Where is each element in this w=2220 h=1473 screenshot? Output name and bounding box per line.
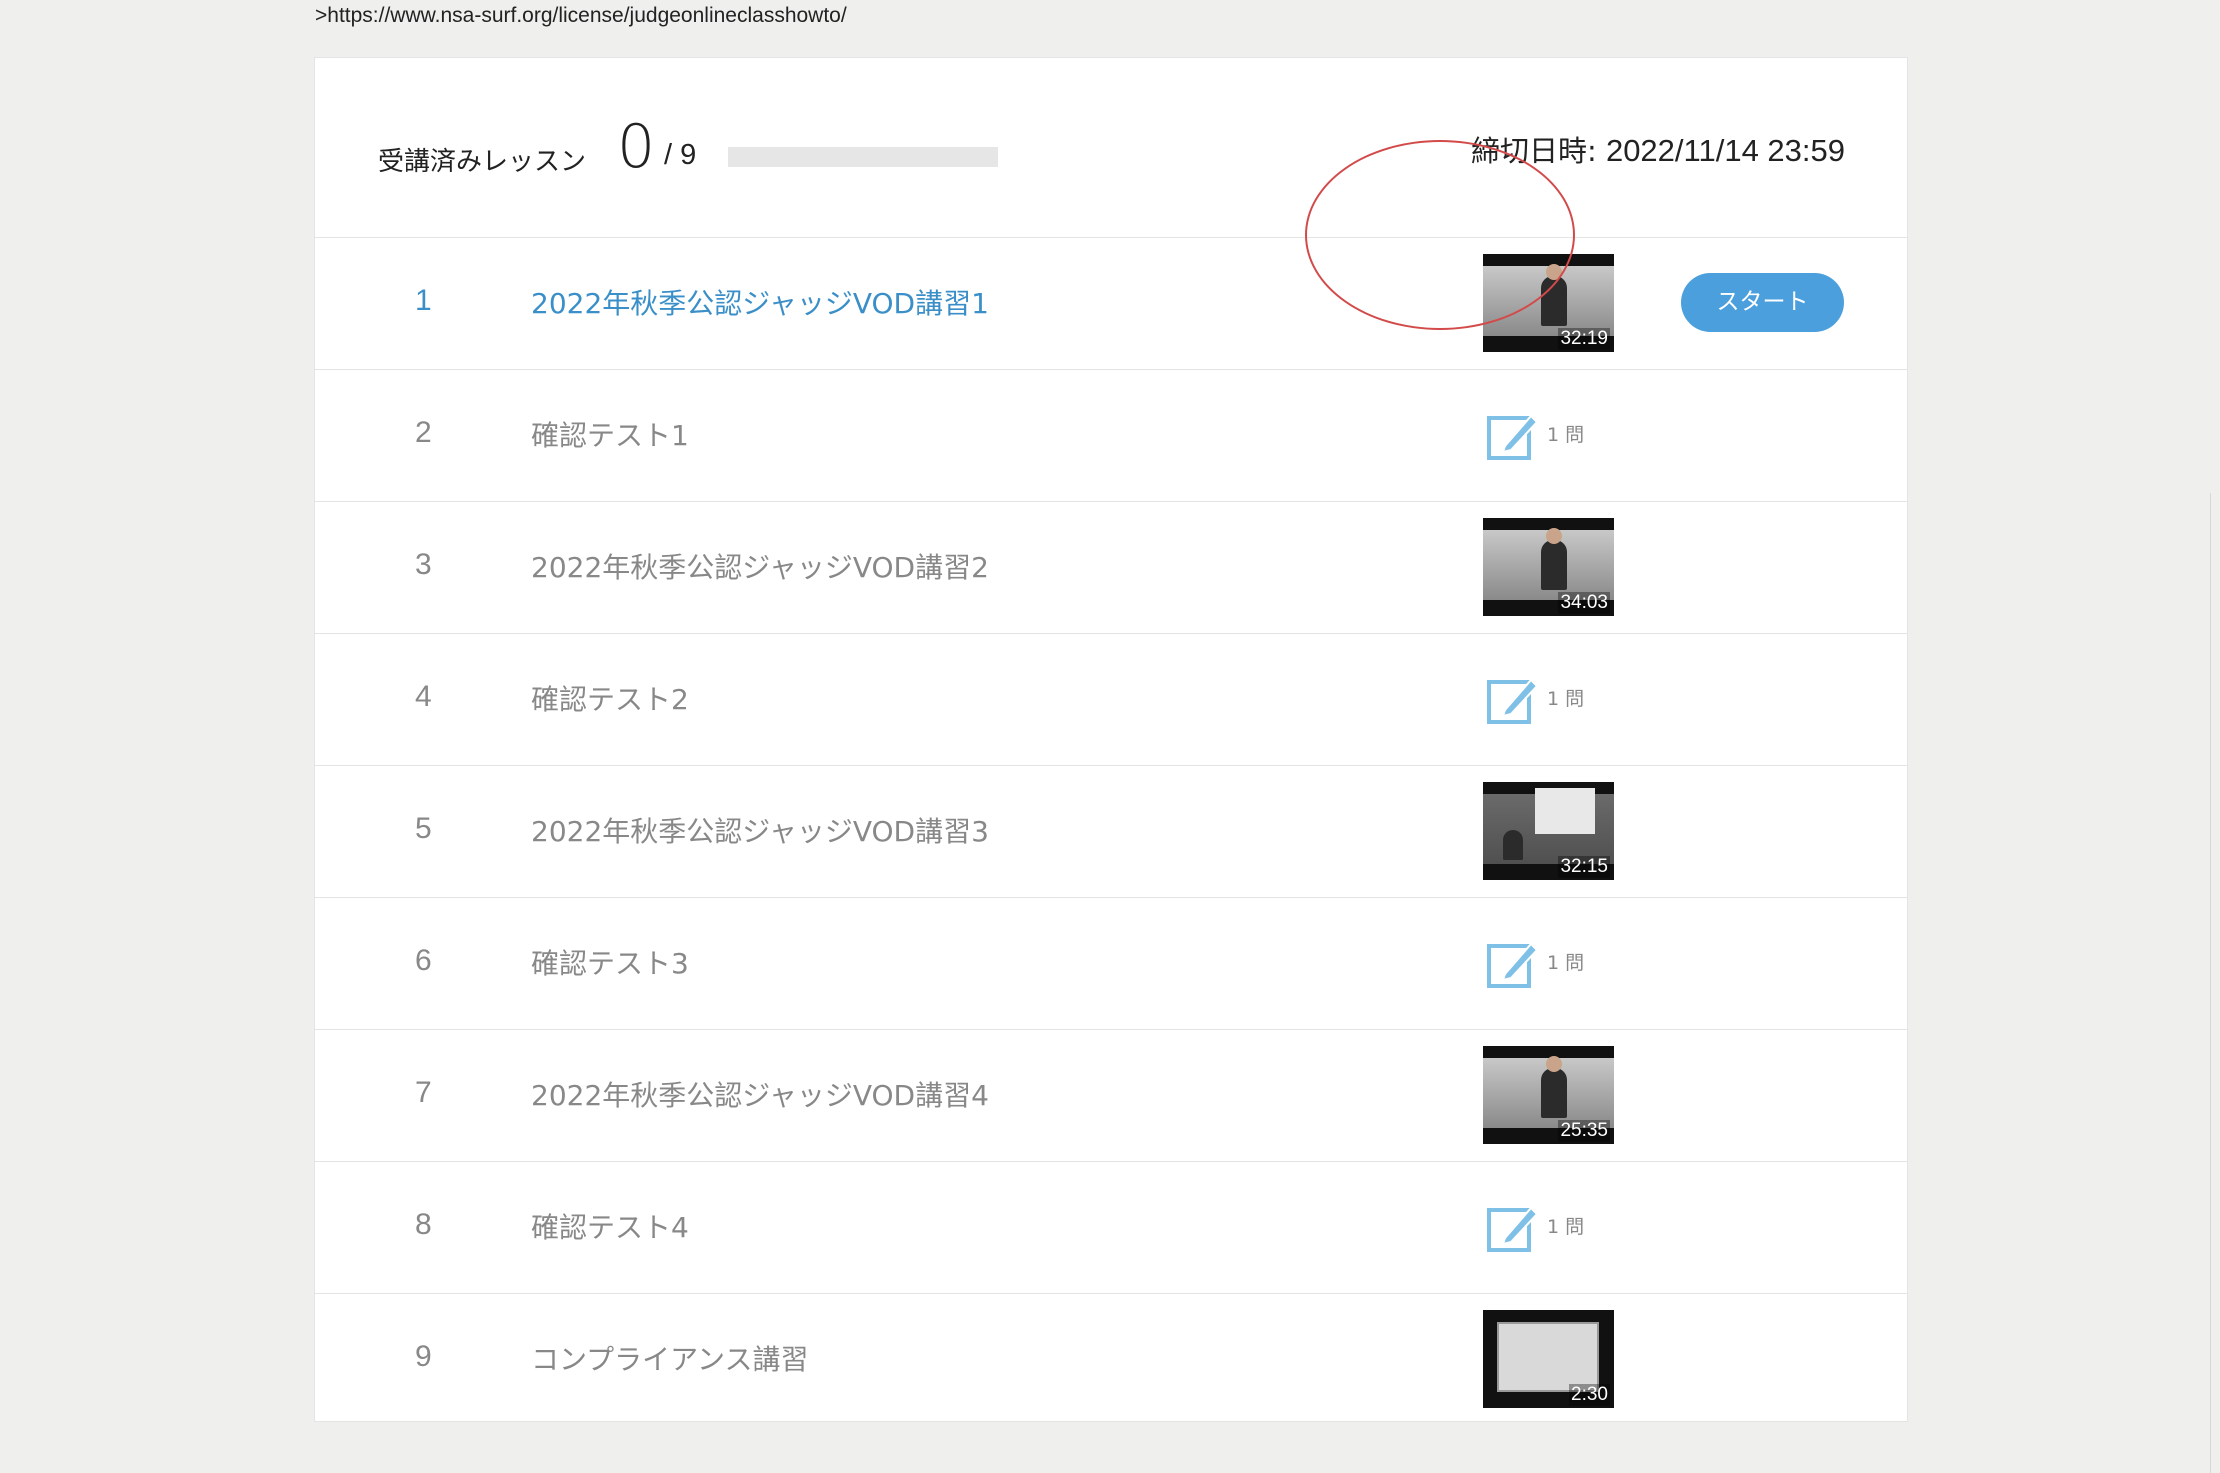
lesson-number: 5 <box>415 812 432 845</box>
question-count: 1 問 <box>1547 952 1585 974</box>
quiz-edit-icon <box>1485 1200 1541 1256</box>
lesson-row[interactable]: 1 2022年秋季公認ジャッジVOD講習1 32:19 スタート <box>315 238 1907 370</box>
quiz-edit-icon <box>1485 936 1541 992</box>
lesson-number: 7 <box>415 1076 432 1109</box>
question-count: 1 問 <box>1547 424 1585 446</box>
video-duration: 34:03 <box>1558 592 1610 614</box>
lesson-panel: 受講済みレッスン 0 / 9 締切日時: 2022/11/14 23:59 1 2… <box>314 57 1908 1422</box>
lesson-title[interactable]: 2022年秋季公認ジャッジVOD講習1 <box>531 282 989 322</box>
lesson-number: 2 <box>415 416 432 449</box>
lesson-title[interactable]: 確認テスト4 <box>531 1206 689 1246</box>
lesson-title[interactable]: 2022年秋季公認ジャッジVOD講習2 <box>531 546 989 586</box>
video-duration: 32:15 <box>1558 856 1610 878</box>
lesson-title[interactable]: コンプライアンス講習 <box>531 1338 808 1378</box>
lesson-row[interactable]: 8 確認テスト4 1 問 <box>315 1162 1907 1294</box>
progress-bar <box>728 147 998 167</box>
video-duration: 32:19 <box>1558 328 1610 350</box>
lesson-title[interactable]: 確認テスト3 <box>531 942 689 982</box>
start-highlight-circle <box>1305 140 1575 330</box>
lesson-title[interactable]: 確認テスト1 <box>531 414 689 454</box>
question-count: 1 問 <box>1547 1216 1585 1238</box>
lesson-title[interactable]: 2022年秋季公認ジャッジVOD講習3 <box>531 810 989 850</box>
progress-total-count: / 9 <box>664 139 697 171</box>
progress-label: 受講済みレッスン <box>378 147 587 177</box>
lesson-row[interactable]: 6 確認テスト3 1 問 <box>315 898 1907 1030</box>
lesson-title[interactable]: 確認テスト2 <box>531 678 689 718</box>
lesson-number: 8 <box>415 1208 432 1241</box>
quiz-edit-icon <box>1485 672 1541 728</box>
deadline-value: 2022/11/14 23:59 <box>1605 133 1845 168</box>
lesson-number: 3 <box>415 548 432 581</box>
video-thumbnail[interactable]: 2:30 <box>1483 1310 1614 1408</box>
lesson-number: 6 <box>415 944 432 977</box>
quiz-edit-icon <box>1485 408 1541 464</box>
start-button[interactable]: スタート <box>1681 273 1844 332</box>
scrollbar[interactable] <box>2210 493 2220 1473</box>
lesson-row[interactable]: 7 2022年秋季公認ジャッジVOD講習4 25:35 <box>315 1030 1907 1162</box>
video-thumbnail[interactable]: 34:03 <box>1483 518 1614 616</box>
lesson-number: 4 <box>415 680 432 713</box>
video-thumbnail[interactable]: 25:35 <box>1483 1046 1614 1144</box>
lesson-row[interactable]: 5 2022年秋季公認ジャッジVOD講習3 32:15 <box>315 766 1907 898</box>
video-thumbnail[interactable]: 32:15 <box>1483 782 1614 880</box>
video-duration: 25:35 <box>1558 1120 1610 1142</box>
url-text: >https://www.nsa-surf.org/license/judgeo… <box>315 4 847 27</box>
lesson-title[interactable]: 2022年秋季公認ジャッジVOD講習4 <box>531 1074 989 1114</box>
lesson-row[interactable]: 2 確認テスト1 1 問 <box>315 370 1907 502</box>
lesson-row[interactable]: 4 確認テスト2 1 問 <box>315 634 1907 766</box>
question-count: 1 問 <box>1547 688 1585 710</box>
panel-header: 受講済みレッスン 0 / 9 締切日時: 2022/11/14 23:59 <box>315 58 1907 238</box>
video-duration: 2:30 <box>1569 1384 1610 1406</box>
lesson-list: 1 2022年秋季公認ジャッジVOD講習1 32:19 スタート 2 確認テスト1 1 問… <box>315 238 1907 1424</box>
lesson-number: 1 <box>415 284 432 317</box>
lesson-row[interactable]: 9 コンプライアンス講習 2:30 <box>315 1294 1907 1424</box>
lesson-number: 9 <box>415 1340 432 1373</box>
progress-completed-count: 0 <box>617 112 656 182</box>
lesson-row[interactable]: 3 2022年秋季公認ジャッジVOD講習2 34:03 <box>315 502 1907 634</box>
